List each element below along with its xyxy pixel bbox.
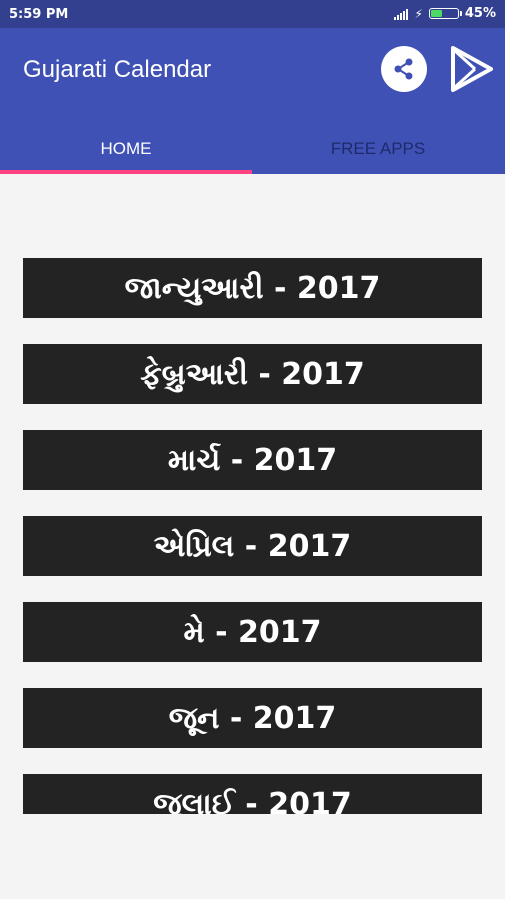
status-time: 5:59 PM <box>9 7 69 22</box>
charging-bolt-icon: ⚡ <box>414 6 423 21</box>
status-bar: 5:59 PM ⚡ 45% <box>0 0 505 28</box>
app-title: Gujarati Calendar <box>23 56 212 83</box>
tab-free-apps[interactable]: FREE APPS <box>252 124 504 174</box>
battery-icon <box>428 8 462 19</box>
month-list: જાન્યુઆરી - 2017 ફેબ્રુઆરી - 2017 માર્ચ … <box>23 258 482 814</box>
status-icons: ⚡ 45% <box>394 6 496 21</box>
month-button-march[interactable]: માર્ચ - 2017 <box>23 430 482 490</box>
battery-percent: 45% <box>464 6 496 21</box>
month-button-april[interactable]: એપ્રિલ - 2017 <box>23 516 482 576</box>
month-button-may[interactable]: મે - 2017 <box>23 602 482 662</box>
tab-indicator <box>0 170 252 174</box>
play-store-icon <box>451 46 493 92</box>
month-button-june[interactable]: જૂન - 2017 <box>23 688 482 748</box>
app-bar: Gujarati Calendar HOME FREE APPS <box>0 28 505 174</box>
share-icon <box>394 58 413 80</box>
share-button[interactable] <box>381 46 427 92</box>
tab-home[interactable]: HOME <box>0 124 252 174</box>
tab-bar: HOME FREE APPS <box>0 124 505 174</box>
play-store-button[interactable] <box>447 44 495 94</box>
month-button-january[interactable]: જાન્યુઆરી - 2017 <box>23 258 482 318</box>
signal-icon <box>394 8 409 20</box>
month-button-february[interactable]: ફેબ્રુઆરી - 2017 <box>23 344 482 404</box>
month-button-july[interactable]: જુલાઈ - 2017 <box>23 774 482 814</box>
battery-level <box>430 10 443 17</box>
